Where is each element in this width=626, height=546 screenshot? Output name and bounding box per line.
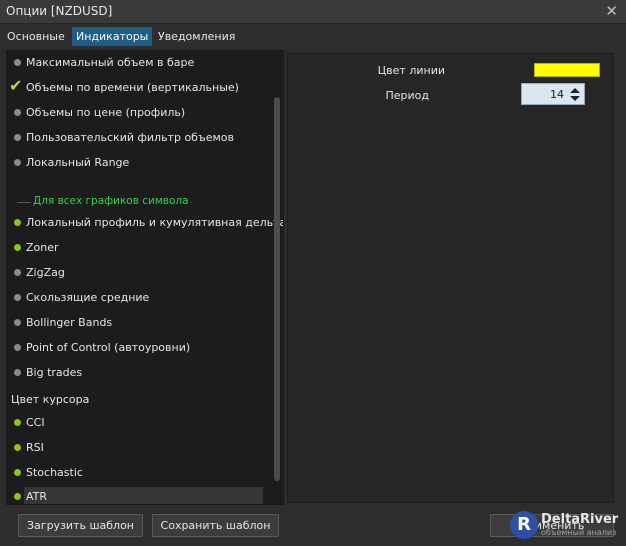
checkmark-icon: ✔ [9, 76, 23, 95]
list-item[interactable]: Big trades [7, 363, 277, 385]
bullet-icon [14, 269, 21, 276]
list-item[interactable]: ZigZag [7, 263, 277, 285]
bullet-icon [14, 369, 21, 376]
tab-notifications[interactable]: Уведомления [154, 27, 239, 46]
list-item[interactable]: RSI [7, 438, 277, 460]
list-item-label: RSI [26, 441, 44, 454]
line-color-label: Цвет линии [377, 64, 445, 77]
list-item[interactable]: Локальный Range [7, 153, 277, 175]
symbol-group-label: Для всех графиков символа [31, 195, 191, 207]
properties-panel: Цвет линии Период 14 [287, 53, 614, 503]
list-item-label: Локальный профиль и кумулятивная дельта [26, 216, 284, 229]
logo-name: DeltaRiver [541, 512, 619, 527]
list-item-label: Stochastic [26, 466, 83, 479]
bullet-icon [14, 294, 21, 301]
bullet-icon [14, 419, 21, 426]
list-item-label: Пользовательский фильтр объемов [26, 131, 235, 144]
bullet-icon [14, 319, 21, 326]
list-item-selected[interactable]: ATR [7, 487, 263, 504]
list-item[interactable]: Скользящие средние [7, 288, 277, 310]
bullet-icon [14, 134, 21, 141]
stepper-arrows[interactable] [569, 85, 581, 103]
bullet-icon [14, 244, 21, 251]
save-template-button[interactable]: Сохранить шаблон [152, 514, 279, 537]
title-bar: Опции [NZDUSD] ✕ [0, 0, 626, 24]
bullet-icon [14, 444, 21, 451]
list-item-label: ZigZag [26, 266, 65, 279]
logo-icon: R [510, 511, 538, 539]
list-item-label: Объемы по времени (вертикальные) [26, 81, 239, 94]
symbol-group-header: Для всех графиков символа [17, 195, 192, 209]
period-label: Период [385, 89, 429, 102]
list-item[interactable]: Максимальный объем в баре [7, 53, 277, 75]
list-scrollbar[interactable] [273, 97, 281, 502]
window-title: Опции [NZDUSD] [6, 4, 113, 18]
list-item-label: Скользящие средние [26, 291, 150, 304]
load-template-button[interactable]: Загрузить шаблон [18, 514, 143, 537]
list-item[interactable]: Локальный профиль и кумулятивная дельта [7, 213, 283, 235]
line-color-swatch[interactable] [534, 63, 600, 77]
bullet-icon [14, 159, 21, 166]
bullet-icon [14, 469, 21, 476]
list-item-label: ATR [26, 490, 48, 503]
list-item-label: Максимальный объем в баре [26, 56, 195, 69]
tab-indicators[interactable]: Индикаторы [72, 27, 153, 46]
list-item[interactable]: Stochastic [7, 463, 277, 485]
indicator-list: Максимальный объем в баре ✔ Объемы по вр… [6, 50, 284, 505]
list-item-label: Объемы по цене (профиль) [26, 106, 186, 119]
period-value: 14 [550, 88, 564, 101]
list-item-label: CCI [26, 416, 45, 429]
selection-highlight [24, 487, 263, 504]
list-item[interactable]: Bollinger Bands [7, 313, 277, 335]
tab-bar: Основные Индикаторы Уведомления [0, 25, 626, 47]
logo-tagline: объемный анализ [541, 528, 617, 537]
list-item-label: Zoner [26, 241, 59, 254]
list-item-label: Big trades [26, 366, 83, 379]
list-item[interactable]: Пользовательский фильтр объемов [7, 128, 277, 150]
list-item-label: Bollinger Bands [26, 316, 113, 329]
arrow-up-icon[interactable] [570, 88, 580, 93]
bullet-icon [14, 219, 21, 226]
list-item-label: Локальный Range [26, 156, 130, 169]
deltariver-logo: R DeltaRiver объемный анализ [510, 509, 620, 541]
list-item[interactable]: Point of Control (автоуровни) [7, 338, 277, 360]
close-icon[interactable]: ✕ [605, 2, 618, 20]
list-item[interactable]: Zoner [7, 238, 277, 260]
bullet-icon [14, 344, 21, 351]
scrollbar-thumb[interactable] [274, 97, 280, 481]
list-item-label: Point of Control (автоуровни) [26, 341, 191, 354]
arrow-down-icon[interactable] [570, 96, 580, 101]
bullet-icon [14, 109, 21, 116]
period-stepper[interactable]: 14 [521, 83, 585, 105]
list-item[interactable]: Объемы по цене (профиль) [7, 103, 277, 125]
bullet-icon [14, 59, 21, 66]
list-item[interactable]: CCI [7, 413, 277, 435]
bullet-icon [14, 493, 21, 500]
tab-general[interactable]: Основные [3, 27, 69, 46]
cursor-group-label: Цвет курсора [11, 393, 90, 406]
list-item[interactable]: ✔ Объемы по времени (вертикальные) [7, 76, 277, 100]
